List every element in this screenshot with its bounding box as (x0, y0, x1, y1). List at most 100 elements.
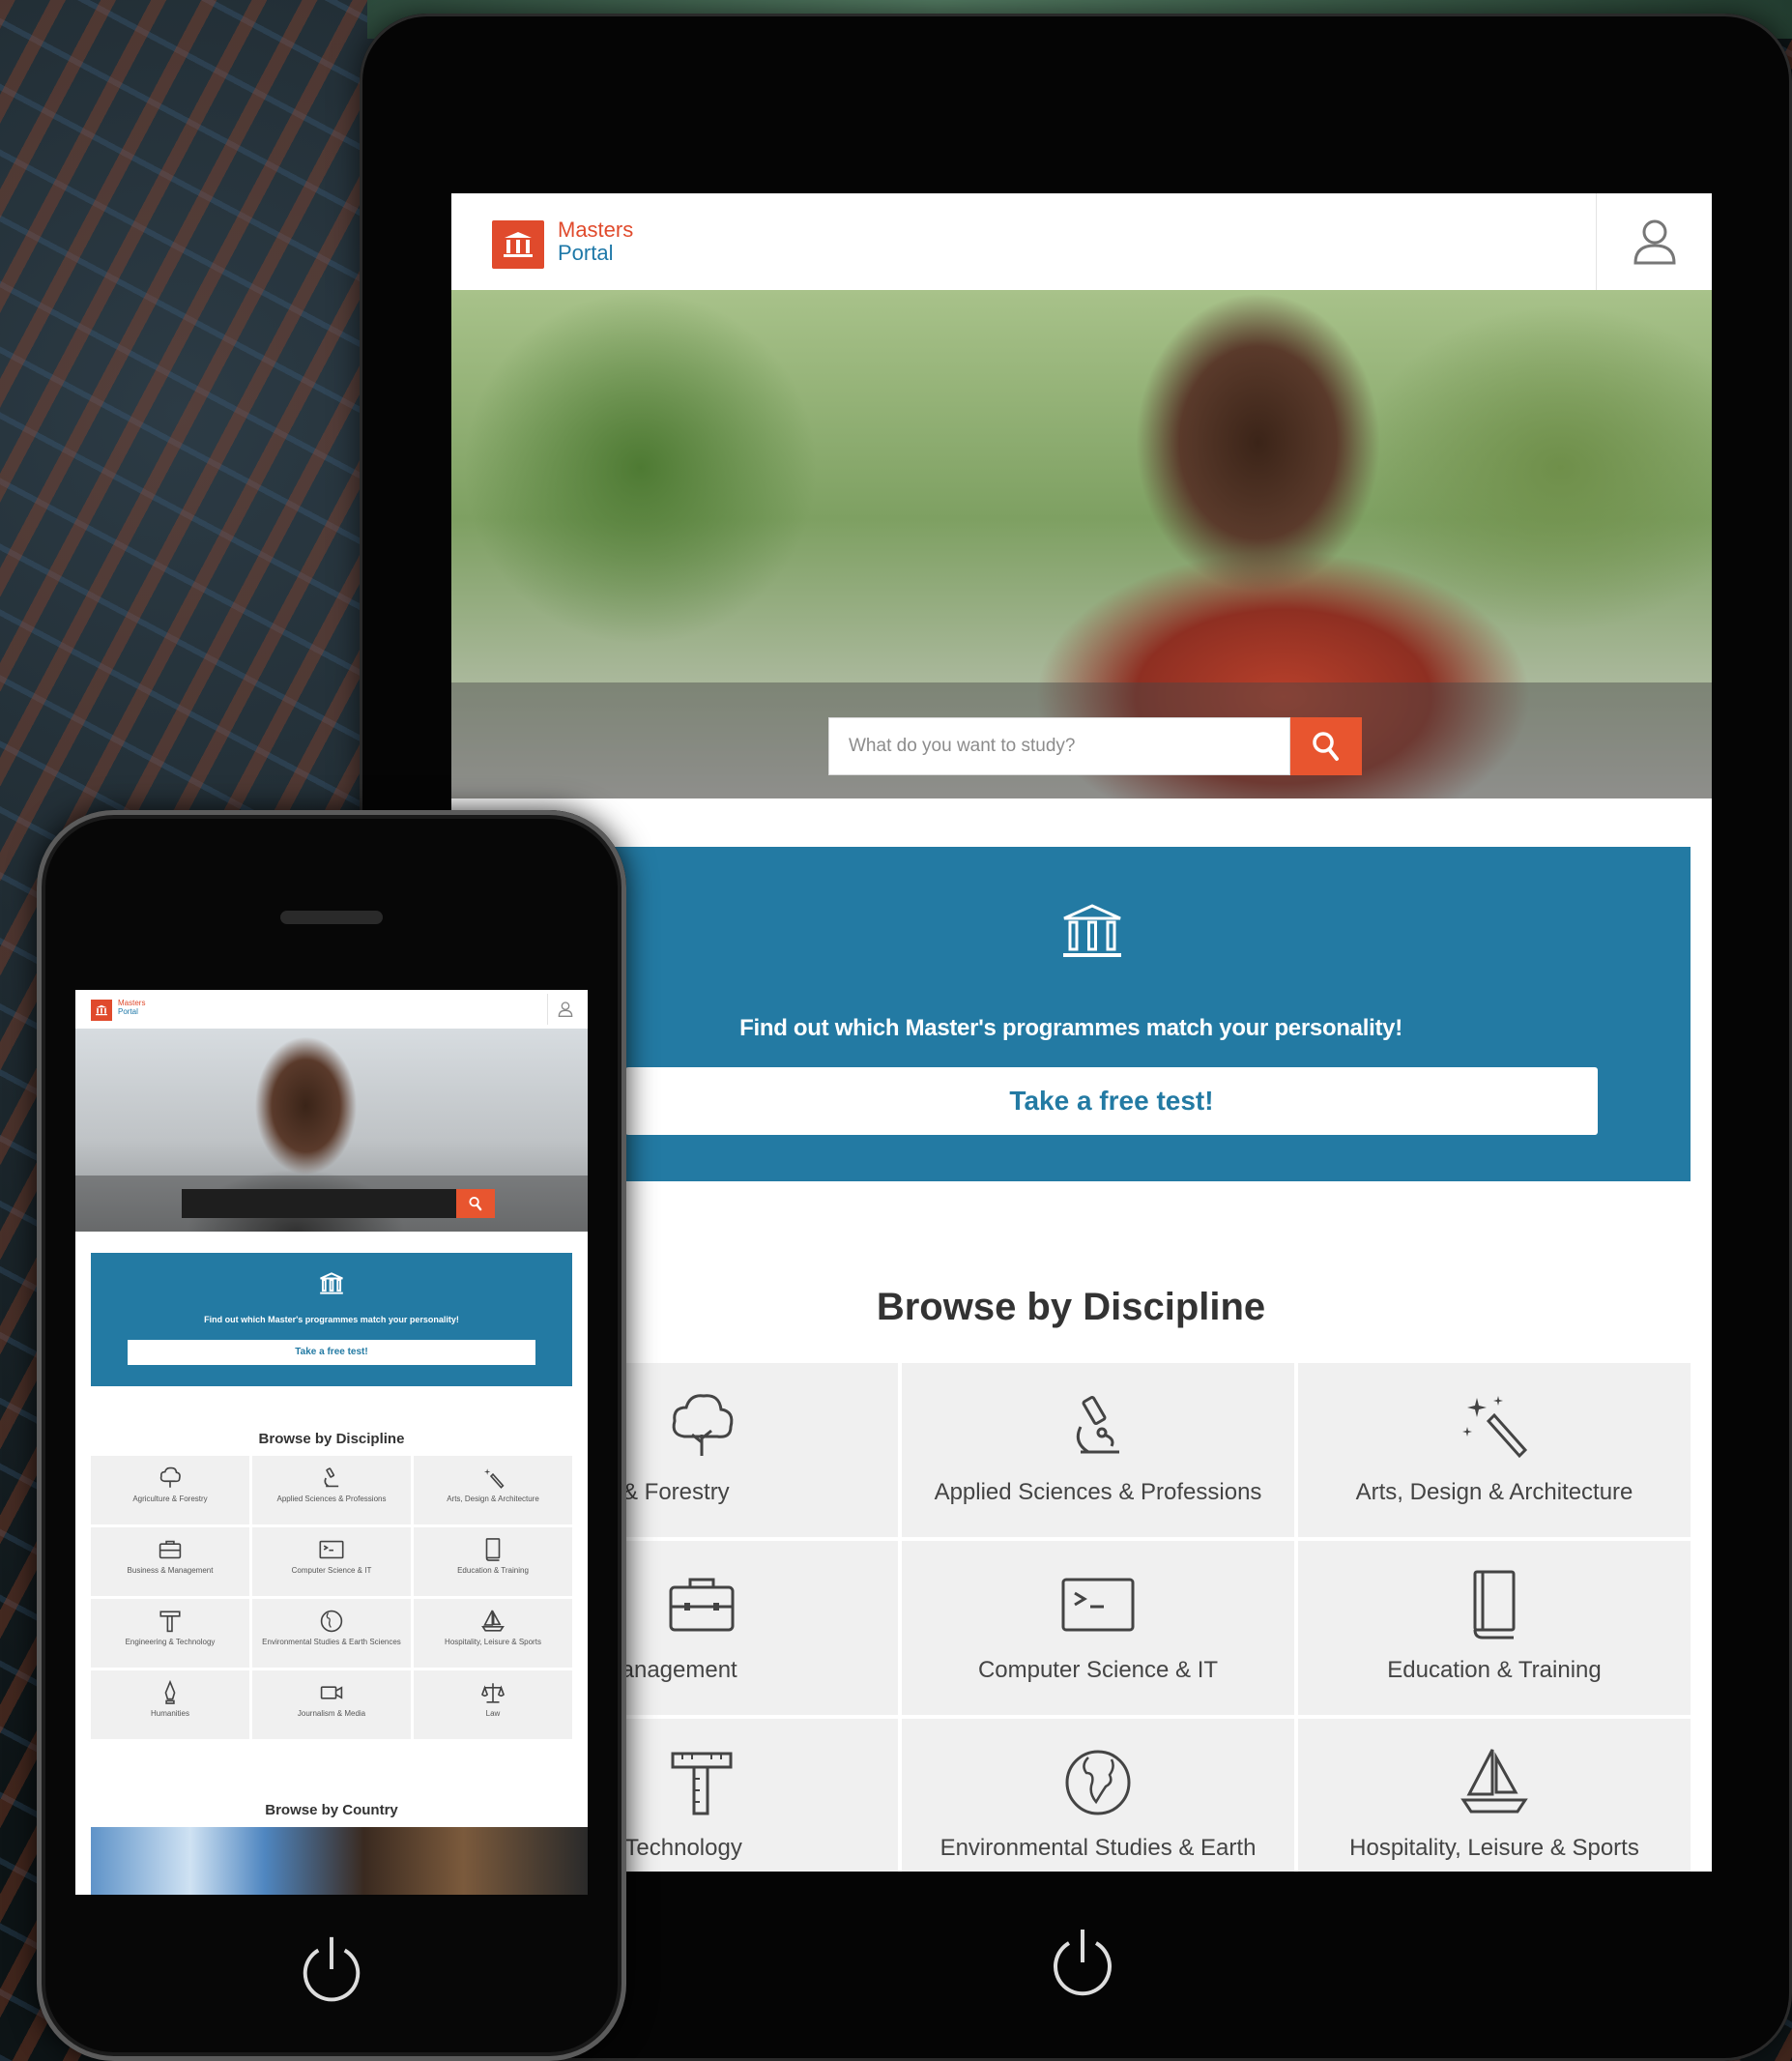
sailboat-icon (1460, 1749, 1528, 1814)
browse-by-discipline-title: Browse by Discipline (258, 1431, 405, 1447)
briefcase-icon (159, 1540, 182, 1559)
microscope-icon (324, 1467, 339, 1488)
microscope-icon (1076, 1395, 1119, 1454)
country-image[interactable] (91, 1827, 588, 1895)
phone-header: Masters Portal (75, 990, 588, 1029)
discipline-journalism[interactable]: Journalism & Media (252, 1670, 411, 1739)
take-free-test-button[interactable]: Take a free test! (625, 1067, 1598, 1135)
discipline-humanities[interactable]: Humanities (91, 1670, 249, 1739)
hero-image (75, 1029, 588, 1232)
discipline-label: Applied Sciences & Professions (934, 1479, 1262, 1505)
discipline-environmental[interactable]: Environmental Studies & Earth Sciences (252, 1599, 411, 1668)
personality-test-banner: Find out which Master's programmes match… (91, 1253, 572, 1386)
tablet-power-button[interactable] (1044, 1924, 1121, 2001)
discipline-label: Law (485, 1709, 501, 1718)
discipline-label: Computer Science & IT (291, 1566, 372, 1575)
power-icon (1054, 1930, 1112, 1996)
phone-screen: Masters Portal Find out which Master's p… (75, 990, 588, 1895)
user-account-button[interactable] (547, 994, 582, 1025)
search-icon (1313, 732, 1339, 761)
logo-line1: Masters (558, 218, 634, 242)
discipline-label: Arts, Design & Architecture (447, 1495, 539, 1503)
discipline-environmental[interactable]: Environmental Studies & Earth (902, 1719, 1294, 1872)
book-icon (485, 1538, 501, 1561)
book-icon (1473, 1570, 1516, 1640)
sailboat-icon (481, 1610, 505, 1632)
tree-icon (672, 1394, 734, 1456)
tablet-screen: Masters Portal What do you want to study… (451, 193, 1712, 1872)
search-button[interactable] (456, 1189, 495, 1218)
terminal-icon (1061, 1578, 1135, 1632)
discipline-label: Agriculture & Forestry (132, 1495, 208, 1503)
user-account-button[interactable] (1596, 193, 1712, 290)
phone-speaker (280, 911, 383, 924)
discipline-business[interactable]: Business & Management (91, 1527, 249, 1596)
browse-by-country-title: Browse by Country (265, 1802, 398, 1818)
ruler-t-icon (159, 1611, 181, 1633)
logo-line2: Portal (558, 241, 614, 265)
discipline-law[interactable]: Law (414, 1670, 572, 1739)
search-button[interactable] (1290, 717, 1362, 775)
discipline-grid: ulture & Forestry Applied Sciences & Pro… (451, 1363, 1691, 1872)
institution-icon (1060, 903, 1124, 961)
logo-text[interactable]: Masters Portal (118, 999, 145, 1016)
discipline-label: Hospitality, Leisure & Sports (1349, 1835, 1639, 1861)
scales-icon (481, 1683, 505, 1703)
search-input[interactable]: What do you want to study? (828, 717, 1290, 775)
discipline-label: Education & Training (1387, 1657, 1602, 1683)
discipline-arts-design[interactable]: Arts, Design & Architecture (1298, 1363, 1691, 1537)
tablet-header: Masters Portal (451, 193, 1712, 290)
discipline-label: Computer Science & IT (977, 1657, 1219, 1683)
logo-line2: Portal (118, 1007, 138, 1016)
magic-wand-icon (483, 1468, 505, 1489)
user-icon (558, 1001, 572, 1017)
discipline-agriculture[interactable]: Agriculture & Forestry (91, 1456, 249, 1524)
pen-icon (164, 1680, 176, 1704)
discipline-education[interactable]: Education & Training (1298, 1541, 1691, 1715)
ruler-t-icon (671, 1752, 733, 1815)
globe-icon (320, 1610, 343, 1633)
personality-test-banner: Find out which Master's programmes match… (451, 847, 1691, 1181)
discipline-hospitality[interactable]: Hospitality, Leisure & Sports (1298, 1719, 1691, 1872)
promo-text: Find out which Master's programmes match… (204, 1315, 459, 1324)
logo-line1: Masters (118, 999, 146, 1007)
phone-power-button[interactable] (294, 1931, 369, 2007)
logo-text[interactable]: Masters Portal (558, 218, 633, 265)
logo-icon[interactable] (91, 1000, 112, 1021)
search-icon (469, 1196, 482, 1211)
discipline-label: Environmental Studies & Earth Sciences (262, 1638, 401, 1646)
hero-image: What do you want to study? (451, 290, 1712, 798)
discipline-grid: Agriculture & Forestry Applied Sciences … (91, 1456, 572, 1739)
discipline-label: Business & Management (127, 1566, 214, 1575)
briefcase-icon (669, 1578, 735, 1632)
user-icon (1633, 219, 1676, 265)
magic-wand-icon (1462, 1396, 1528, 1459)
discipline-label: Environmental Studies & Earth (939, 1835, 1257, 1861)
power-icon (303, 1936, 361, 2002)
discipline-computer-science[interactable]: Computer Science & IT (252, 1527, 411, 1596)
discipline-hospitality[interactable]: Hospitality, Leisure & Sports (414, 1599, 572, 1668)
discipline-label: Education & Training (457, 1566, 529, 1575)
discipline-applied-sciences[interactable]: Applied Sciences & Professions (902, 1363, 1294, 1537)
discipline-label: Hospitality, Leisure & Sports (445, 1638, 541, 1646)
discipline-label: Journalism & Media (297, 1709, 366, 1718)
discipline-education[interactable]: Education & Training (414, 1527, 572, 1596)
phone-device: Masters Portal Find out which Master's p… (37, 810, 626, 2061)
logo-icon[interactable] (492, 220, 544, 269)
browse-by-discipline-title: Browse by Discipline (876, 1286, 1266, 1328)
promo-text: Find out which Master's programmes match… (739, 1015, 1402, 1041)
discipline-arts-design[interactable]: Arts, Design & Architecture (414, 1456, 572, 1524)
terminal-icon (319, 1540, 344, 1559)
take-free-test-button[interactable]: Take a free test! (128, 1340, 535, 1365)
discipline-label: Applied Sciences & Professions (276, 1495, 387, 1503)
institution-icon (319, 1272, 344, 1295)
discipline-applied-sciences[interactable]: Applied Sciences & Professions (252, 1456, 411, 1524)
discipline-engineering[interactable]: Engineering & Technology (91, 1599, 249, 1668)
discipline-label: Engineering & Technology (125, 1638, 216, 1646)
discipline-label: Arts, Design & Architecture (1355, 1479, 1633, 1505)
video-camera-icon (320, 1686, 343, 1699)
tree-icon (159, 1466, 181, 1488)
globe-icon (1065, 1750, 1131, 1815)
discipline-computer-science[interactable]: Computer Science & IT (902, 1541, 1294, 1715)
search-input[interactable] (182, 1189, 456, 1218)
